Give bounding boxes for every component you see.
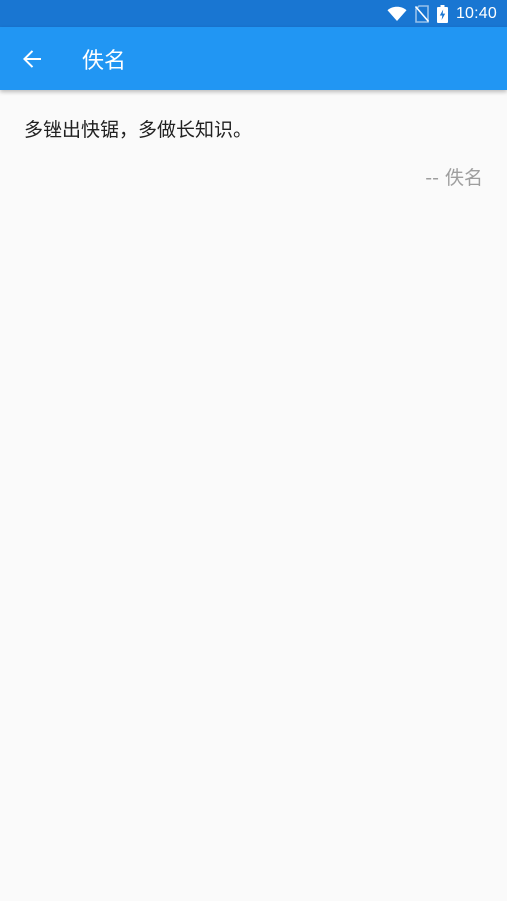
status-bar: 10:40 xyxy=(0,0,507,27)
no-sim-icon xyxy=(414,4,429,23)
status-time: 10:40 xyxy=(455,4,497,22)
quote-content: 多锉出快锯，多做长知识。 -- 佚名 xyxy=(0,90,507,192)
quote-author: -- 佚名 xyxy=(425,167,483,189)
page-title: 佚名 xyxy=(82,48,127,74)
status-icons: 10:40 xyxy=(387,4,497,23)
quote-text: 多锉出快锯，多做长知识。 xyxy=(24,119,253,141)
wifi-icon xyxy=(387,6,407,22)
app-bar: 佚名 xyxy=(0,27,507,90)
back-button[interactable] xyxy=(0,27,64,90)
arrow-back-icon xyxy=(22,49,42,69)
battery-charging-icon xyxy=(436,4,448,23)
